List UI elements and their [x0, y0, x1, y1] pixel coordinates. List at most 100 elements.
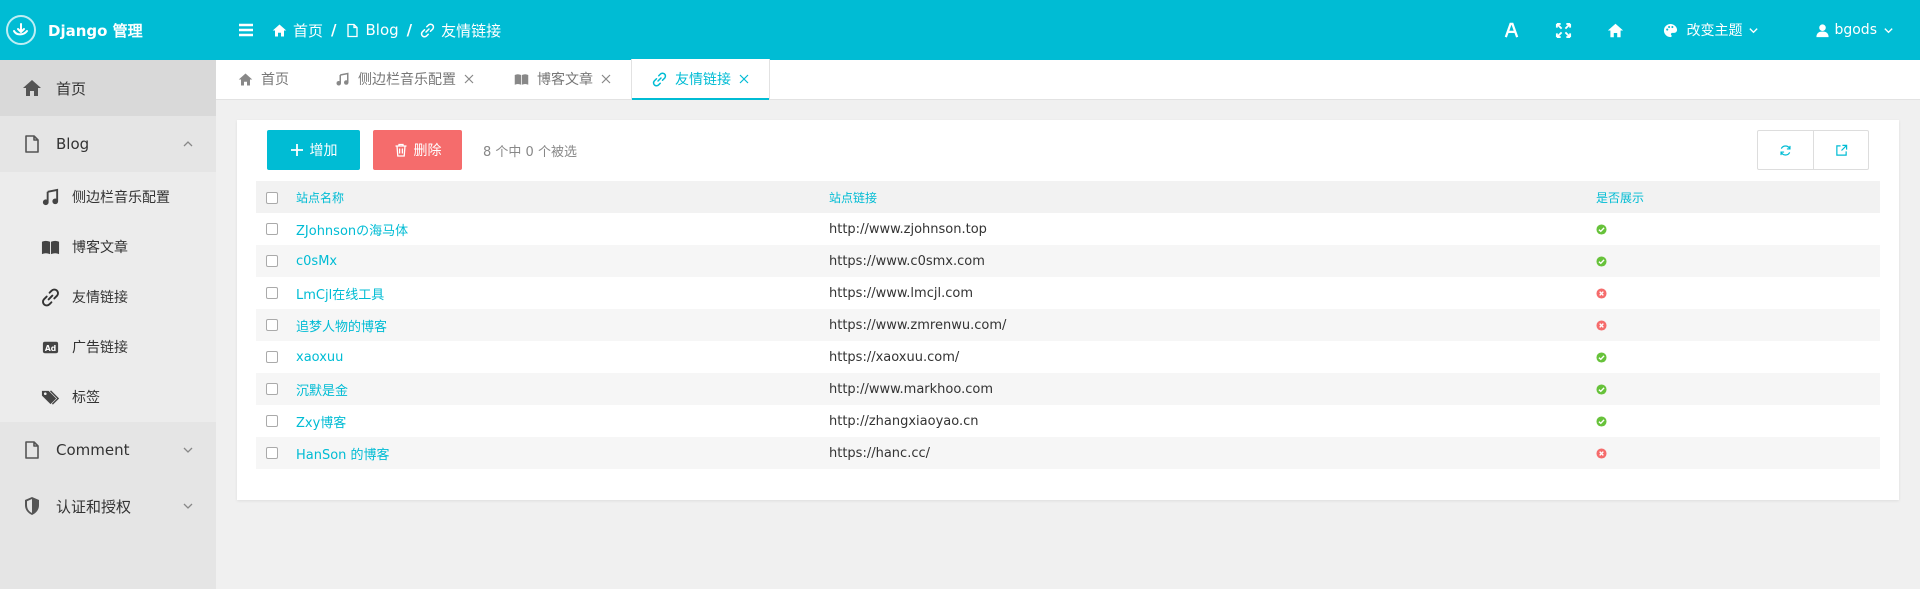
chevron-down-icon [183, 503, 193, 509]
changelist-card: 增加 删除 8 个中 0 个被选 站点名称 站点链接 是否展示 ZJohnson… [237, 120, 1899, 500]
breadcrumb-label: 首页 [293, 21, 324, 40]
svg-text:Ad: Ad [44, 343, 55, 352]
sidebar-item-label: 友情链接 [72, 290, 128, 306]
expand-icon [1555, 22, 1572, 38]
username-label: bgods [1834, 22, 1877, 38]
site-url: https://www.c0smx.com [829, 253, 985, 269]
site-name-link[interactable]: HanSon 的博客 [296, 437, 829, 469]
sidebar-item-label: 博客文章 [72, 240, 128, 256]
cross-circle-icon [1596, 287, 1607, 299]
ad-icon: Ad [40, 337, 60, 357]
column-header[interactable]: 是否展示 [1596, 181, 1880, 213]
table-row: 追梦人物的博客 https://www.zmrenwu.com/ [256, 309, 1880, 341]
tab-label: 博客文章 [537, 72, 593, 88]
check-circle-icon [1596, 351, 1607, 363]
site-name-link[interactable]: 沉默是金 [296, 373, 829, 405]
table-row: HanSon 的博客 https://hanc.cc/ [256, 437, 1880, 469]
menu-toggle-icon[interactable] [234, 18, 258, 42]
chevron-down-icon [183, 447, 193, 453]
display-status [1596, 277, 1880, 309]
user-dropdown[interactable]: bgods [1781, 0, 1920, 60]
tab-music-config[interactable]: 侧边栏音乐配置 [315, 59, 494, 99]
delete-button[interactable]: 删除 [373, 130, 462, 170]
link-icon [652, 71, 667, 87]
row-checkbox[interactable] [266, 415, 278, 427]
top-header: 首页 / Blog / 友情链接 改变主题 bgods [216, 0, 1920, 60]
brand[interactable]: Django 管理 [0, 0, 216, 60]
table-row: 沉默是金 http://www.markhoo.com [256, 373, 1880, 405]
row-checkbox[interactable] [266, 287, 278, 299]
sidebar-item-articles[interactable]: 博客文章 [0, 222, 216, 272]
close-icon[interactable] [601, 74, 611, 84]
breadcrumb-label: Blog [365, 21, 399, 39]
music-icon [336, 72, 349, 85]
export-button[interactable] [1813, 131, 1868, 169]
theme-dropdown[interactable]: 改变主题 [1641, 0, 1781, 60]
selection-counter: 8 个中 0 个被选 [483, 144, 577, 160]
check-circle-icon [1596, 255, 1607, 267]
sidebar-item-tags[interactable]: 标签 [0, 372, 216, 422]
header-actions: 改变主题 bgods [1485, 0, 1920, 60]
site-url: https://www.zmrenwu.com/ [829, 317, 1007, 333]
sidebar-item-auth[interactable]: 认证和授权 [0, 478, 216, 534]
select-all-checkbox[interactable] [266, 191, 278, 204]
add-button[interactable]: 增加 [267, 130, 360, 170]
table-row: LmCjl在线工具 https://www.lmcjl.com [256, 277, 1880, 309]
table-row: ZJohnsonの海马体 http://www.zjohnson.top [256, 213, 1880, 245]
chevron-down-icon [1884, 27, 1893, 33]
book-icon [40, 237, 60, 257]
plus-icon [290, 144, 303, 156]
sidebar: Django 管理 首页 Blog 侧边栏音乐配置 博客文章 友情链接 Ad 广… [0, 0, 216, 589]
tab-friend-links[interactable]: 友情链接 [631, 59, 770, 100]
fullscreen-button[interactable] [1537, 0, 1589, 60]
sidebar-item-ad-links[interactable]: Ad 广告链接 [0, 322, 216, 372]
tab-home[interactable]: 首页 [216, 59, 315, 99]
row-checkbox[interactable] [266, 383, 278, 395]
check-circle-icon [1596, 383, 1607, 395]
table-header-row: 站点名称 站点链接 是否展示 [256, 181, 1880, 213]
check-circle-icon [1596, 223, 1607, 235]
check-circle-icon [1596, 415, 1607, 427]
close-icon[interactable] [464, 74, 474, 84]
row-checkbox[interactable] [266, 319, 278, 331]
row-checkbox[interactable] [266, 351, 278, 363]
user-icon [1816, 23, 1830, 37]
home-icon [22, 78, 42, 98]
site-home-button[interactable] [1589, 0, 1641, 60]
tab-articles[interactable]: 博客文章 [494, 59, 631, 99]
sidebar-item-label: 认证和授权 [56, 497, 132, 516]
sidebar-item-music-config[interactable]: 侧边栏音乐配置 [0, 172, 216, 222]
column-header[interactable]: 站点链接 [829, 181, 1596, 213]
site-name-link[interactable]: ZJohnsonの海马体 [296, 213, 829, 245]
site-name-link[interactable]: Zxy博客 [296, 405, 829, 437]
font-size-button[interactable] [1485, 0, 1537, 60]
action-toolbar: 增加 删除 8 个中 0 个被选 [267, 130, 1869, 170]
display-status [1596, 437, 1880, 469]
sidebar-item-friend-links[interactable]: 友情链接 [0, 272, 216, 322]
refresh-button[interactable] [1758, 131, 1813, 169]
close-icon[interactable] [739, 74, 749, 84]
external-link-icon [1835, 144, 1847, 156]
column-header[interactable]: 站点名称 [296, 181, 829, 213]
site-url: https://xaoxuu.com/ [829, 349, 960, 365]
breadcrumb-blog[interactable]: Blog [345, 21, 399, 39]
brand-title: Django 管理 [48, 21, 143, 40]
site-url: http://www.markhoo.com [829, 381, 993, 397]
site-name-link[interactable]: c0sMx [296, 245, 829, 277]
row-checkbox[interactable] [266, 447, 278, 459]
site-name-link[interactable]: LmCjl在线工具 [296, 277, 829, 309]
row-checkbox[interactable] [266, 255, 278, 267]
sidebar-item-comment[interactable]: Comment [0, 422, 216, 478]
sidebar-item-blog[interactable]: Blog [0, 116, 216, 172]
breadcrumb-separator: / [331, 21, 337, 39]
row-checkbox[interactable] [266, 223, 278, 235]
breadcrumb-home[interactable]: 首页 [272, 20, 323, 41]
site-url: http://www.zjohnson.top [829, 221, 987, 237]
site-name-link[interactable]: xaoxuu [296, 341, 829, 373]
file-icon [22, 440, 42, 460]
sidebar-item-home[interactable]: 首页 [0, 60, 216, 116]
home-icon [238, 73, 253, 85]
site-name-link[interactable]: 追梦人物的博客 [296, 309, 829, 341]
refresh-icon [1780, 144, 1791, 156]
tab-label: 友情链接 [675, 72, 731, 88]
